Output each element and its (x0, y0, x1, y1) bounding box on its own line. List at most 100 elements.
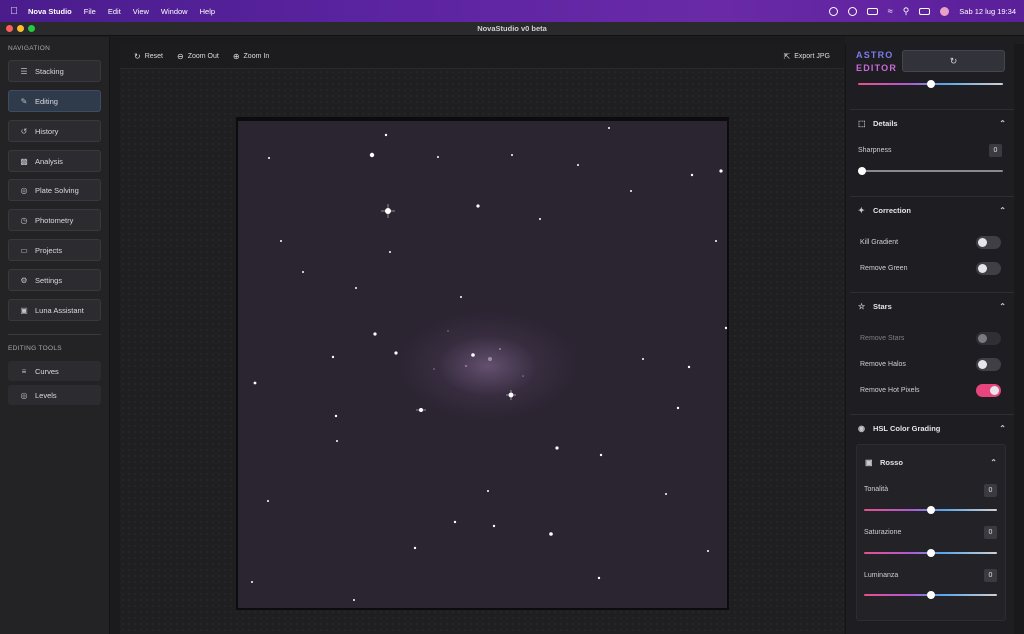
status-circle-icon[interactable] (828, 6, 838, 16)
panel-divider (850, 414, 1014, 415)
layers-icon: ☰ (20, 66, 28, 76)
sharpness-slider[interactable] (858, 167, 1003, 175)
refresh-button[interactable]: ↻ (902, 50, 1005, 72)
assistant-icon: ▣ (20, 305, 28, 315)
hue-slider-knob[interactable] (927, 506, 935, 514)
close-window-button[interactable] (6, 25, 13, 32)
sidebar-item-label: Curves (35, 366, 59, 376)
remove-hot-pixels-toggle[interactable] (976, 384, 1001, 397)
zoom-out-label: Zoom Out (187, 53, 219, 60)
sidebar-tool-curves[interactable]: ≡ Curves (8, 361, 101, 381)
reset-icon: ↻ (134, 52, 141, 61)
menu-file[interactable]: File (84, 7, 96, 16)
sidebar-item-label: Levels (35, 390, 57, 400)
chevron-up-icon[interactable]: ⌃ (999, 206, 1006, 215)
hue-value[interactable]: 0 (984, 484, 997, 497)
astro-editor-logo: ASTRO EDITOR (856, 49, 897, 75)
stars-title: Stars (873, 301, 892, 311)
sharpness-label: Sharpness (858, 147, 892, 154)
chevron-up-icon[interactable]: ⌃ (999, 302, 1006, 311)
nav-section-title: NAVIGATION (8, 45, 51, 52)
panel-divider (850, 292, 1014, 293)
hsl-title: HSL Color Grading (873, 423, 941, 433)
menu-app-name[interactable]: Nova Studio (28, 7, 72, 16)
sidebar-item-label: Luna Assistant (35, 305, 84, 315)
wifi-icon[interactable]: ≈ (888, 6, 893, 16)
spotlight-search-icon[interactable]: ⚲ (903, 6, 910, 17)
adjustments-panel: ASTRO EDITOR ↻ ⬚ Details ⌃ Sharpness 0 ✦… (845, 44, 1014, 634)
sidebar-item-stacking[interactable]: ☰ Stacking (8, 60, 101, 82)
sharpness-value[interactable]: 0 (989, 144, 1002, 157)
sidebar-item-analysis[interactable]: ▩ Analysis (8, 150, 101, 172)
sidebar-item-label: Editing (35, 96, 58, 106)
saturation-slider[interactable] (864, 549, 997, 557)
hue-slider[interactable] (864, 506, 997, 514)
menu-view[interactable]: View (133, 7, 149, 16)
sidebar-item-settings[interactable]: ⚙ Settings (8, 269, 101, 291)
sidebar-item-history[interactable]: ↺ History (8, 120, 101, 142)
panel-divider (850, 109, 1014, 110)
control-center-icon[interactable] (919, 7, 931, 15)
sidebar-item-editing[interactable]: ✎ Editing (8, 90, 101, 112)
channel-header[interactable]: ▣ Rosso ⌃ (865, 455, 997, 469)
menubar-datetime[interactable]: Sab 12 lug 19:34 (959, 7, 1016, 16)
logo-line-2: EDITOR (856, 63, 898, 73)
edit-icon: ✎ (20, 96, 28, 106)
details-section-header[interactable]: ⬚ Details ⌃ (858, 116, 1006, 130)
chevron-up-icon[interactable]: ⌃ (999, 119, 1006, 128)
export-label: Export JPG (794, 53, 830, 60)
sliders-icon: ≡ (21, 366, 27, 376)
reset-label: Reset (144, 53, 163, 60)
sidebar-item-luna-assistant[interactable]: ▣ Luna Assistant (8, 299, 101, 321)
details-icon: ⬚ (858, 118, 866, 128)
status-sync-icon[interactable] (847, 6, 857, 16)
menu-help[interactable]: Help (200, 7, 215, 16)
remove-hot-pixels-label: Remove Hot Pixels (860, 387, 920, 394)
zoom-out-icon: ⊖ (177, 52, 184, 61)
sidebar-item-projects[interactable]: ▭ Projects (8, 239, 101, 261)
astro-image[interactable] (236, 117, 729, 610)
luminance-value[interactable]: 0 (984, 569, 997, 582)
top-slider-knob[interactable] (927, 80, 935, 88)
sidebar: NAVIGATION ☰ Stacking ✎ Editing ↺ Histor… (0, 37, 110, 634)
luminance-slider[interactable] (864, 591, 997, 599)
battery-icon[interactable] (866, 7, 878, 15)
remove-stars-label: Remove Stars (860, 335, 905, 342)
panel-divider (850, 196, 1014, 197)
luminance-slider-knob[interactable] (927, 591, 935, 599)
canvas-toolbar: ↻ Reset ⊖ Zoom Out ⊕ Zoom In ⇱ Export JP… (120, 45, 844, 69)
tools-section-title: EDITING TOOLS (8, 345, 62, 352)
sidebar-divider (8, 334, 101, 335)
target-icon: ◎ (20, 185, 28, 195)
siri-icon[interactable] (940, 6, 950, 16)
sidebar-tool-levels[interactable]: ◎ Levels (8, 385, 101, 405)
export-jpg-button[interactable]: ⇱ Export JPG (784, 52, 831, 61)
hsl-section-header[interactable]: ◉ HSL Color Grading ⌃ (858, 421, 1006, 435)
chevron-up-icon[interactable]: ⌃ (999, 424, 1006, 433)
menu-window[interactable]: Window (161, 7, 188, 16)
minimize-window-button[interactable] (17, 25, 24, 32)
menu-edit[interactable]: Edit (108, 7, 121, 16)
saturation-value[interactable]: 0 (984, 526, 997, 539)
chevron-up-icon[interactable]: ⌃ (990, 458, 997, 467)
sidebar-item-photometry[interactable]: ◷ Photometry (8, 209, 101, 231)
zoom-in-button[interactable]: ⊕ Zoom In (233, 52, 269, 61)
apple-icon[interactable]:  (0, 6, 28, 17)
stars-section-header[interactable]: ☆ Stars ⌃ (858, 299, 1006, 313)
reset-button[interactable]: ↻ Reset (134, 52, 163, 61)
zoom-out-button[interactable]: ⊖ Zoom Out (177, 52, 219, 61)
saturation-slider-knob[interactable] (927, 549, 935, 557)
zoom-window-button[interactable] (28, 25, 35, 32)
correction-section-header[interactable]: ✦ Correction ⌃ (858, 203, 1006, 217)
sharpness-slider-knob[interactable] (858, 167, 866, 175)
panel-scrollbar[interactable] (1014, 44, 1024, 634)
remove-halos-toggle[interactable] (976, 358, 1001, 371)
logo-line-1: ASTRO (856, 50, 894, 60)
remove-green-toggle[interactable] (976, 262, 1001, 275)
canvas-area: ↻ Reset ⊖ Zoom Out ⊕ Zoom In ⇱ Export JP… (110, 37, 845, 634)
folder-icon: ▭ (20, 245, 28, 255)
kill-gradient-toggle[interactable] (976, 236, 1001, 249)
top-slider[interactable] (858, 80, 1003, 88)
sidebar-item-plate-solving[interactable]: ◎ Plate Solving (8, 179, 101, 201)
remove-stars-toggle[interactable] (976, 332, 1001, 345)
